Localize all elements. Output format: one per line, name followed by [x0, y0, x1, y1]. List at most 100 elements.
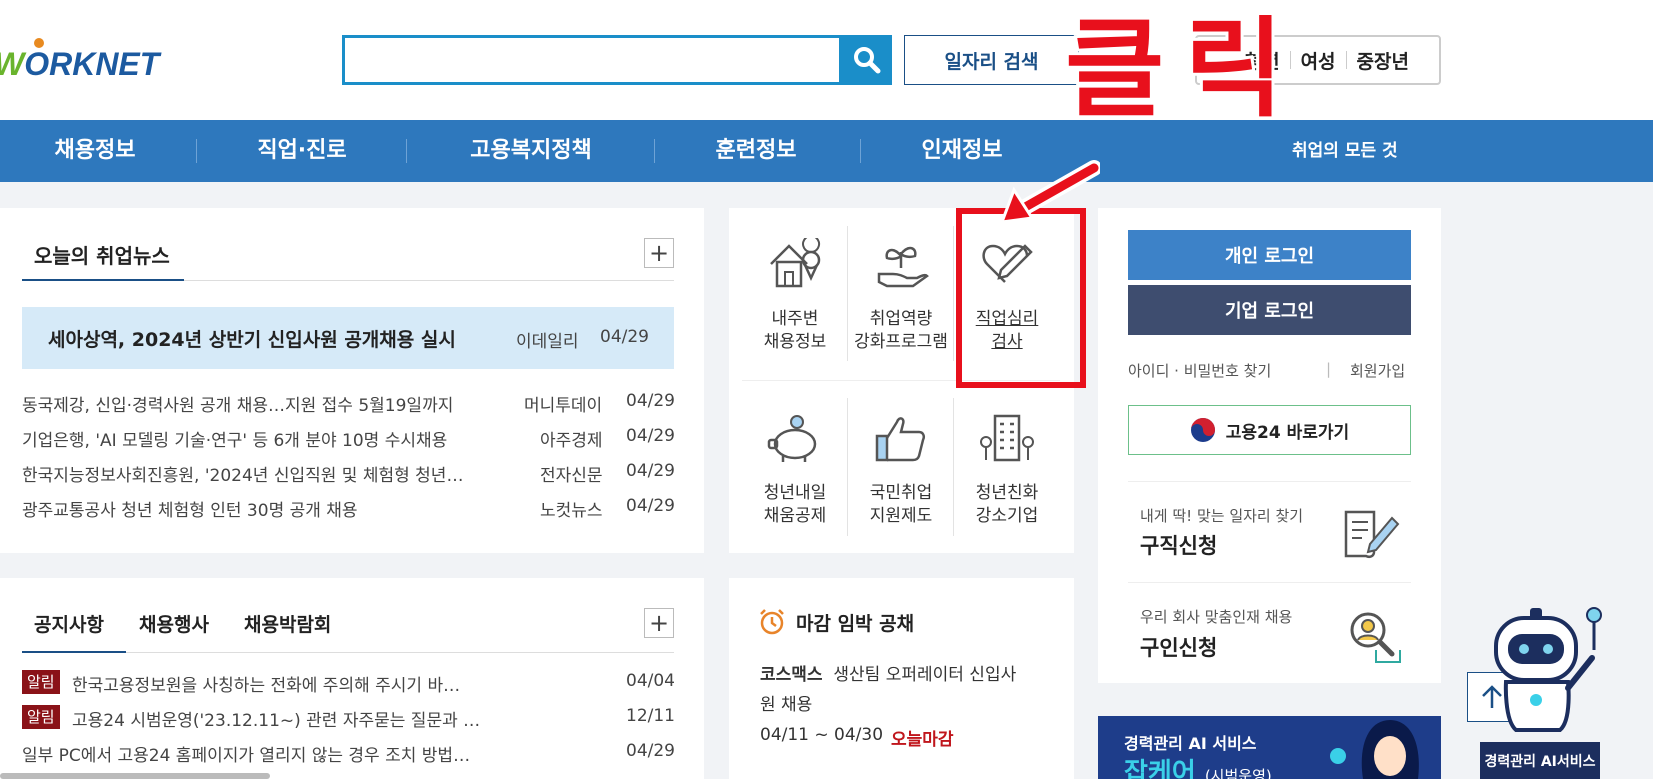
- divider: |: [1326, 360, 1332, 378]
- notice-badge: 알림: [22, 705, 60, 729]
- news-item[interactable]: 동국제강, 신입·경력사원 공개 채용…지원 접수 5월19일까지 머니투데이 …: [22, 385, 675, 419]
- news-item[interactable]: 한국지능정보사회진흥원, '2024년 신입직원 및 체험형 청년… 전자신문 …: [22, 455, 675, 489]
- search-button[interactable]: [842, 35, 892, 85]
- deadline-title: 마감 임박 공채: [796, 613, 915, 635]
- news-headline[interactable]: 세아상역, 2024년 상반기 신입사원 공개채용 실시 이데일리 04/29: [22, 307, 674, 369]
- news-source: 아주경제: [540, 431, 603, 451]
- news-title: 한국지능정보사회진흥원, '2024년 신입직원 및 체험형 청년…: [22, 466, 464, 486]
- company-login-button[interactable]: 기업 로그인: [1128, 285, 1411, 335]
- headline-title: 세아상역, 2024년 상반기 신입사원 공개채용 실시: [48, 329, 456, 351]
- job-seek-application-link[interactable]: 구직신청: [1140, 530, 1217, 560]
- jobcare-banner[interactable]: 경력관리 AI 서비스 잡케어 (시범운영): [1098, 716, 1441, 779]
- tile-label: 청년내일 채움공제: [763, 483, 827, 526]
- news-date: 04/29: [626, 391, 675, 411]
- notice-item[interactable]: 일부 PC에서 고용24 홈페이지가 열리지 않는 경우 조치 방법… 04/2…: [22, 736, 675, 768]
- click-annotation: 클릭: [1062, 7, 1304, 133]
- tile-label: 국민취업 지원제도: [869, 483, 933, 526]
- news-title: 기업은행, 'AI 모델링 기술·연구' 등 6개 분야 10명 수시채용: [22, 431, 448, 451]
- personal-login-button[interactable]: 개인 로그인: [1128, 230, 1411, 280]
- news-date: 04/29: [626, 496, 675, 516]
- tile-label: 청년친화 강소기업: [975, 483, 1039, 526]
- tile-national-employment-support[interactable]: 국민취업 지원제도: [848, 382, 954, 552]
- signup-link[interactable]: 회원가입: [1350, 360, 1405, 381]
- recruit-subtitle: 우리 회사 맞춤인재 채용: [1140, 608, 1293, 626]
- annotation-arrow-icon: [999, 160, 1100, 224]
- notice-item[interactable]: 알림 한국고용정보원을 사칭하는 전화에 주의해 주시기 바… 04/04: [22, 666, 675, 698]
- thumbs-up-icon: [875, 417, 926, 462]
- tab-notices[interactable]: 공지사항: [34, 610, 104, 637]
- main-nav: 채용정보 직업·진로 고용복지정책 훈련정보 인재정보 취업의 모든 것: [0, 120, 1653, 182]
- woman-illustration-icon: [1330, 720, 1419, 779]
- divider: [184, 280, 674, 281]
- search-input[interactable]: [342, 35, 842, 85]
- notice-title: 일부 PC에서 고용24 홈페이지가 열리지 않는 경우 조치 방법…: [22, 746, 471, 766]
- tab-recruit-events[interactable]: 채용행사: [139, 610, 209, 637]
- news-source: 노컷뉴스: [540, 501, 603, 521]
- news-source: 머니투데이: [524, 396, 603, 416]
- nav-divider: [196, 139, 197, 163]
- worknet-logo[interactable]: WORKNET: [0, 46, 159, 83]
- alarm-clock-icon: [760, 609, 784, 635]
- tab-job-fairs[interactable]: 채용박람회: [244, 610, 331, 637]
- horizontal-scrollbar[interactable]: [0, 773, 270, 779]
- deadline-period: 04/11 ~ 04/30: [760, 725, 884, 745]
- nav-item-training[interactable]: 훈련정보: [680, 120, 832, 182]
- news-title: 동국제강, 신입·경력사원 공개 채용…지원 접수 5월19일까지: [22, 396, 454, 416]
- news-date: 04/29: [626, 426, 675, 446]
- headline-date: 04/29: [600, 327, 649, 347]
- tile-label: 내주변 채용정보: [763, 309, 827, 352]
- notice-more-button[interactable]: +: [644, 608, 674, 638]
- nav-divider: [860, 139, 861, 163]
- notice-title: 한국고용정보원을 사칭하는 전화에 주의해 주시기 바…: [72, 676, 461, 696]
- plant-hand-icon: [877, 246, 929, 288]
- piggy-bank-icon: [767, 415, 817, 462]
- ai-service-label[interactable]: 경력관리 AI서비스: [1480, 742, 1600, 779]
- job-seek-subtitle: 내게 딱! 맞는 일자리 찾기: [1140, 507, 1304, 525]
- tile-nearby-jobs[interactable]: 내주변 채용정보: [742, 208, 848, 378]
- deadline-job-link[interactable]: 코스맥스 생산팀 오퍼레이터 신입사: [760, 660, 1016, 685]
- notice-title: 고용24 시범운영('23.12.11~) 관련 자주묻는 질문과 …: [72, 711, 481, 731]
- nav-divider: [406, 139, 407, 163]
- goyong24-button[interactable]: 고용24 바로가기: [1128, 405, 1411, 455]
- nav-item-welfare-policy[interactable]: 고용복지정책: [440, 120, 622, 182]
- banner-subtitle: 경력관리 AI 서비스: [1124, 734, 1257, 753]
- house-location-icon: [770, 238, 821, 288]
- news-date: 04/29: [626, 461, 675, 481]
- news-item[interactable]: 기업은행, 'AI 모델링 기술·연구' 등 6개 분야 10명 수시채용 아주…: [22, 420, 675, 454]
- recruit-application-link[interactable]: 구인신청: [1140, 632, 1217, 662]
- person-search-icon: [1350, 612, 1401, 663]
- nav-divider: [654, 139, 655, 163]
- news-source: 전자신문: [540, 466, 603, 486]
- header: WORKNET 일자리 검색 청년 여성 중장년: [0, 0, 1653, 120]
- tile-youth-friendly-companies[interactable]: 청년친화 강소기업: [954, 382, 1060, 552]
- document-pen-icon: [1344, 510, 1400, 559]
- nav-item-career[interactable]: 직업·진로: [226, 120, 378, 182]
- find-account-link[interactable]: 아이디 · 비밀번호 찾기: [1128, 360, 1271, 381]
- divider: [1128, 582, 1411, 583]
- news-more-button[interactable]: +: [644, 238, 674, 268]
- building-icon: [980, 414, 1034, 462]
- news-title: 광주교통공사 청년 체험형 인턴 30명 공개 채용: [22, 501, 358, 521]
- tab-today-news[interactable]: 오늘의 취업뉴스: [34, 240, 170, 269]
- notice-date: 12/11: [626, 706, 675, 726]
- banner-title: 잡케어 (시범운영): [1124, 758, 1272, 779]
- notice-badge: 알림: [22, 670, 60, 694]
- active-tab-underline: [22, 651, 126, 653]
- notice-date: 04/29: [626, 741, 675, 761]
- search-icon: [854, 47, 881, 74]
- divider: [126, 652, 674, 653]
- taegeuk-icon: [1190, 418, 1215, 442]
- tile-job-skills-program[interactable]: 취업역량 강화프로그램: [848, 208, 954, 378]
- nav-item-jobs[interactable]: 채용정보: [22, 120, 168, 182]
- nav-item-all-about-jobs[interactable]: 취업의 모든 것: [1292, 120, 1398, 182]
- deadline-job-text-cont[interactable]: 원 채용: [760, 690, 812, 715]
- notice-item[interactable]: 알림 고용24 시범운영('23.12.11~) 관련 자주묻는 질문과 … 1…: [22, 701, 675, 733]
- headline-source: 이데일리: [516, 332, 579, 352]
- quick-link-middle-aged[interactable]: 중장년: [1347, 47, 1419, 74]
- tile-youth-savings[interactable]: 청년내일 채움공제: [742, 382, 848, 552]
- deadline-status: 오늘마감: [891, 730, 954, 750]
- job-search-button[interactable]: 일자리 검색: [904, 35, 1079, 85]
- notice-date: 04/04: [626, 671, 675, 691]
- news-item[interactable]: 광주교통공사 청년 체험형 인턴 30명 공개 채용 노컷뉴스 04/29: [22, 490, 675, 524]
- tile-label: 취업역량 강화프로그램: [854, 309, 948, 352]
